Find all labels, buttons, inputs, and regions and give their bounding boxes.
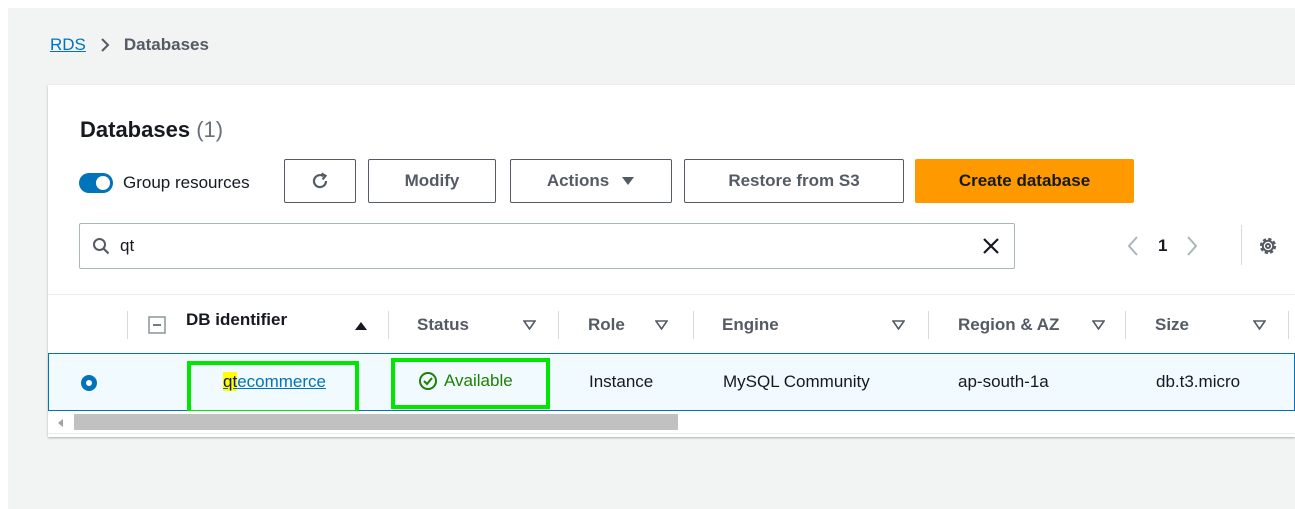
column-header-db-identifier[interactable]: DB identifier <box>186 295 386 355</box>
column-header-role[interactable]: Role <box>588 295 688 355</box>
chevron-right-icon[interactable] <box>1185 235 1199 257</box>
modify-button[interactable]: Modify <box>368 159 496 203</box>
sort-icon <box>523 320 536 330</box>
column-divider <box>693 311 694 339</box>
chevron-right-icon <box>100 37 110 53</box>
table-header: DB identifier Status Role Engine Region … <box>48 294 1295 356</box>
breadcrumb-current: Databases <box>123 35 209 54</box>
create-database-button[interactable]: Create database <box>915 159 1134 203</box>
scrollbar-thumb[interactable] <box>74 414 678 430</box>
sort-ascending-icon <box>354 321 368 331</box>
group-resources-toggle[interactable] <box>79 173 113 193</box>
breadcrumb-rds-link[interactable]: RDS <box>50 35 86 55</box>
annotation-box-status <box>391 358 550 409</box>
horizontal-scrollbar[interactable] <box>48 411 1295 434</box>
column-header-label: Size <box>1155 315 1190 334</box>
chevron-left-icon[interactable] <box>1126 235 1140 257</box>
refresh-icon <box>309 170 331 192</box>
column-divider <box>1125 311 1126 339</box>
row-select-radio[interactable] <box>81 375 97 391</box>
close-icon[interactable] <box>980 235 1002 257</box>
search-input[interactable]: qt <box>120 236 134 256</box>
column-header-status[interactable]: Status <box>417 295 557 355</box>
panel-title-count: (1) <box>196 117 224 142</box>
size-cell: db.t3.micro <box>1156 372 1241 391</box>
column-divider <box>558 311 559 339</box>
pager-divider <box>1241 225 1242 265</box>
engine-cell: MySQL Community <box>723 372 870 391</box>
column-header-engine[interactable]: Engine <box>722 295 922 355</box>
sort-icon <box>1253 320 1266 330</box>
sort-icon <box>892 320 905 330</box>
column-header-label: Engine <box>722 315 779 334</box>
scroll-left-arrow-icon[interactable] <box>56 418 64 428</box>
region-az-cell: ap-south-1a <box>958 372 1049 391</box>
sort-icon <box>655 320 668 330</box>
column-header-region-az[interactable]: Region & AZ <box>958 295 1118 355</box>
refresh-button[interactable] <box>284 159 356 203</box>
databases-panel: Databases (1) Group resources Modify Act… <box>48 85 1295 437</box>
column-divider <box>928 311 929 339</box>
gear-icon[interactable] <box>1256 234 1280 258</box>
column-header-label: DB identifier <box>186 310 288 329</box>
column-divider <box>388 311 389 339</box>
column-divider <box>127 311 128 339</box>
search-field[interactable]: qt <box>79 223 1015 269</box>
pagination: 1 <box>1126 235 1199 257</box>
column-header-label: Role <box>588 315 625 334</box>
search-icon <box>92 237 110 255</box>
breadcrumb: RDS Databases <box>50 35 209 55</box>
annotation-box-db-identifier <box>187 361 359 414</box>
pagination-current-page[interactable]: 1 <box>1158 236 1167 256</box>
caret-down-icon <box>621 176 635 186</box>
actions-label: Actions <box>546 171 610 190</box>
sort-icon <box>1092 320 1105 330</box>
actions-button[interactable]: Actions <box>510 159 672 203</box>
group-resources-toggle-wrap: Group resources <box>79 170 250 196</box>
column-header-label: Region & AZ <box>958 315 1060 334</box>
column-header-size[interactable]: Size <box>1155 295 1275 355</box>
restore-from-s3-button[interactable]: Restore from S3 <box>684 159 904 203</box>
group-resources-label: Group resources <box>123 173 250 192</box>
panel-title-text: Databases <box>80 117 191 142</box>
panel-title: Databases (1) <box>80 117 223 143</box>
column-divider <box>1288 311 1289 339</box>
collapse-icon[interactable] <box>148 316 166 334</box>
role-cell: Instance <box>589 372 654 391</box>
column-header-label: Status <box>417 315 469 334</box>
